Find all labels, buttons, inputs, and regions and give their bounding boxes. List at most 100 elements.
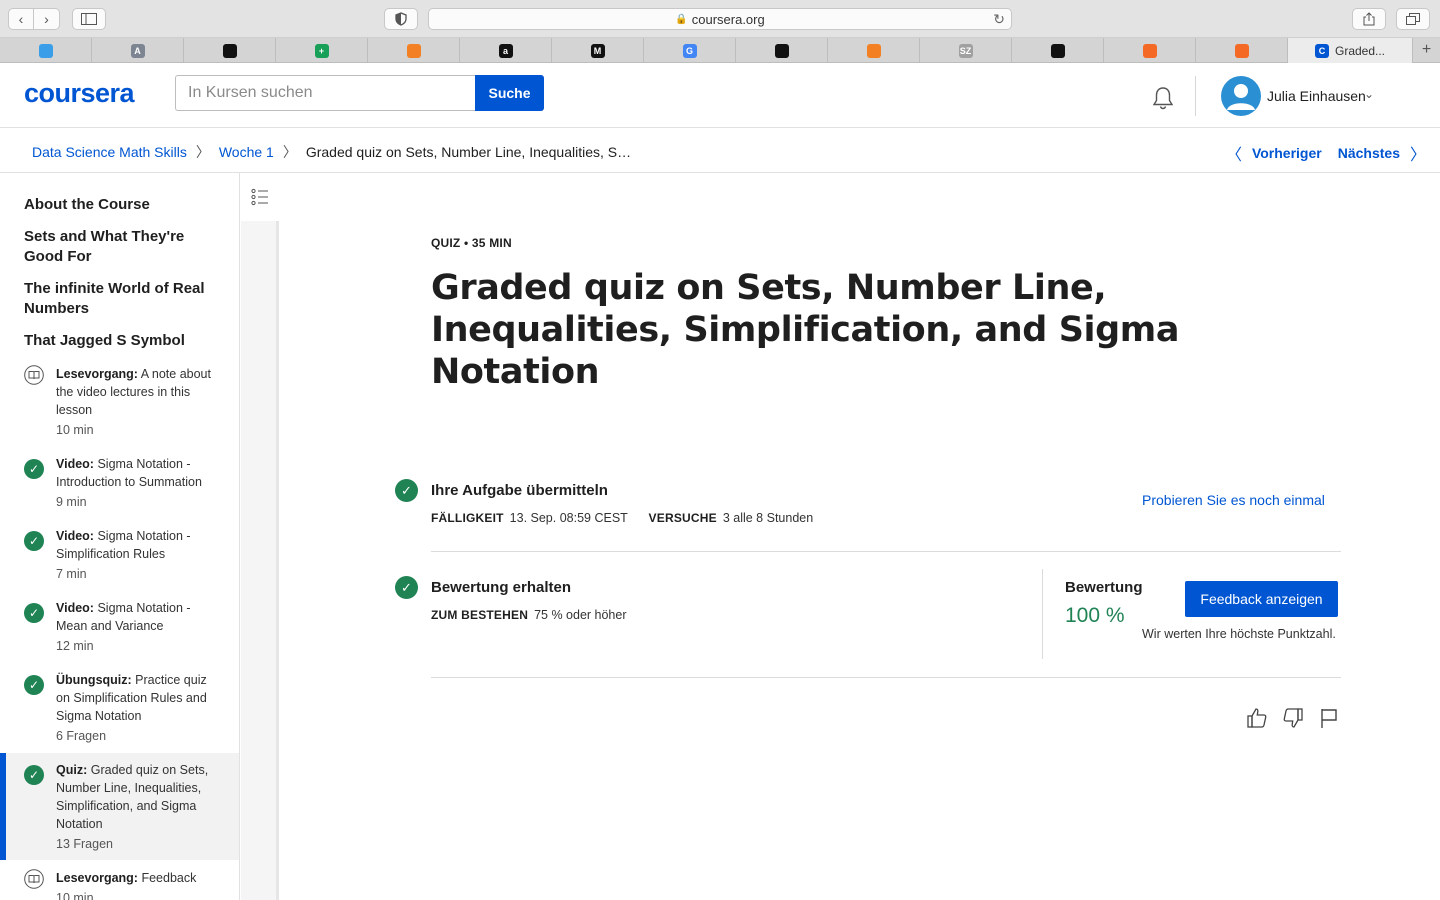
tab-overview-button[interactable]: [1396, 8, 1430, 30]
browser-tab[interactable]: M: [552, 38, 644, 63]
browser-tab[interactable]: a: [460, 38, 552, 63]
shield-icon: [395, 12, 407, 26]
stack-icon: [406, 43, 421, 58]
course-sidebar: About the Course Sets and What They're G…: [0, 173, 240, 900]
check-icon: ✓: [24, 675, 44, 695]
prev-next-nav: 〈 Vorheriger Nächstes 〉: [1226, 141, 1426, 165]
item-meta: 10 min: [56, 891, 94, 900]
main-content: QUIZ • 35 MIN Graded quiz on Sets, Numbe…: [282, 173, 1440, 900]
retry-link[interactable]: Probieren Sie es noch einmal: [1142, 492, 1325, 508]
item-title: Feedback: [141, 871, 197, 885]
chevron-right-icon: 〉: [195, 144, 210, 160]
item-kicker: QUIZ • 35 MIN: [431, 236, 512, 250]
check-icon: ✓: [24, 603, 44, 623]
item-type: Lesevorgang:: [56, 871, 138, 885]
sidebar-item-quiz-active[interactable]: ✓ Quiz: Graded quiz on Sets, Number Line…: [0, 753, 239, 860]
breadcrumb-week[interactable]: Woche 1: [219, 144, 274, 160]
submit-meta: FÄLLIGKEIT 13. Sep. 08:59 CEST VERSUCHE 3 …: [431, 511, 813, 525]
search-button[interactable]: Suche: [475, 75, 544, 111]
item-meta: 13 Fragen: [56, 837, 113, 851]
green-plus-icon: +: [314, 43, 329, 58]
divider: [431, 551, 1341, 552]
check-icon: ✓: [24, 459, 44, 479]
flag-icon[interactable]: [1317, 706, 1341, 730]
sidebar-item-reading[interactable]: Lesevorgang: A note about the video lect…: [0, 363, 239, 439]
chevron-down-icon[interactable]: ⌄: [1364, 87, 1374, 101]
back-button[interactable]: ‹: [8, 8, 34, 30]
amazon-icon: a: [498, 43, 513, 58]
new-tab-button[interactable]: +: [1413, 38, 1440, 62]
previous-link[interactable]: Vorheriger: [1252, 145, 1322, 161]
ring-icon: [1142, 43, 1157, 58]
check-icon: ✓: [24, 531, 44, 551]
reload-icon[interactable]: ↻: [993, 11, 1005, 28]
browser-tab[interactable]: G: [644, 38, 736, 63]
breadcrumb-course[interactable]: Data Science Math Skills: [32, 144, 187, 160]
grade-note: Wir werten Ihre höchste Punktzahl.: [1142, 627, 1336, 641]
book-icon: [24, 365, 44, 385]
sidebar-toggle-button[interactable]: [72, 8, 106, 30]
google-icon: G: [682, 43, 697, 58]
share-button[interactable]: [1352, 8, 1386, 30]
toc-toggle-button[interactable]: [241, 173, 279, 221]
search-input[interactable]: [175, 75, 475, 111]
browser-tab-label: Graded...: [1334, 43, 1386, 58]
due-label: FÄLLIGKEIT: [431, 511, 504, 525]
browser-tab[interactable]: [184, 38, 276, 63]
item-type: Übungsquiz:: [56, 673, 132, 687]
browser-tab[interactable]: +: [276, 38, 368, 63]
bell-icon[interactable]: [1150, 85, 1176, 111]
next-link[interactable]: Nächstes: [1338, 145, 1400, 161]
item-meta: 9 min: [56, 495, 87, 509]
address-bar[interactable]: 🔒 coursera.org ↻: [428, 8, 1012, 30]
browser-tab[interactable]: [368, 38, 460, 63]
chevron-right-icon[interactable]: 〉: [1410, 141, 1426, 165]
user-name[interactable]: Julia Einhausen: [1267, 88, 1366, 104]
browser-tab[interactable]: [1012, 38, 1104, 63]
avatar[interactable]: [1221, 76, 1261, 116]
tabs-icon: [1406, 13, 1420, 25]
sidebar-item-practice-quiz[interactable]: ✓ Übungsquiz: Practice quiz on Simplific…: [0, 669, 239, 747]
sidebar-section[interactable]: The infinite World of Real Numbers: [24, 279, 214, 319]
thumbs-up-icon[interactable]: [1245, 706, 1269, 730]
item-meta: 12 min: [56, 639, 94, 653]
sidebar-item-video[interactable]: ✓ Video: Sigma Notation - Simplification…: [0, 525, 239, 585]
forward-button[interactable]: ›: [34, 8, 60, 30]
sidebar-item-reading[interactable]: Lesevorgang: Feedback 10 min: [0, 869, 239, 900]
view-feedback-button[interactable]: Feedback anzeigen: [1185, 581, 1338, 617]
item-meta: 10 min: [56, 423, 94, 437]
item-meta: 7 min: [56, 567, 87, 581]
chevron-left-icon[interactable]: 〈: [1226, 141, 1242, 165]
browser-tab[interactable]: [1104, 38, 1196, 63]
feedback-icons: [1245, 706, 1353, 730]
browser-tab[interactable]: C Graded...: [1288, 38, 1413, 63]
sidebar-item-video[interactable]: ✓ Video: Sigma Notation - Mean and Varia…: [0, 597, 239, 657]
browser-tab[interactable]: [0, 38, 92, 63]
browser-tab[interactable]: A: [92, 38, 184, 63]
item-type: Video:: [56, 457, 94, 471]
item-type: Video:: [56, 601, 94, 615]
list-icon: [251, 188, 268, 206]
toc-column: [241, 173, 279, 900]
stack-icon: [866, 43, 881, 58]
share-icon: [1363, 12, 1375, 26]
coursera-logo[interactable]: coursera: [24, 78, 135, 109]
browser-tab[interactable]: [1196, 38, 1288, 63]
check-icon: ✓: [395, 479, 418, 502]
thumbs-down-icon[interactable]: [1281, 706, 1305, 730]
check-icon: ✓: [395, 576, 418, 599]
coursera-icon: C: [1314, 43, 1329, 58]
breadcrumb: Data Science Math Skills 〉 Woche 1 〉 Gra…: [32, 142, 631, 162]
privacy-button[interactable]: [384, 8, 418, 30]
github-icon: [1050, 43, 1065, 58]
grade-label: Bewertung: [1065, 579, 1143, 596]
sidebar-icon: [81, 13, 97, 25]
browser-tab[interactable]: [828, 38, 920, 63]
sidebar-section[interactable]: That Jagged S Symbol: [24, 331, 214, 351]
sidebar-item-video[interactable]: ✓ Video: Sigma Notation - Introduction t…: [0, 453, 239, 513]
browser-tab[interactable]: SZ: [920, 38, 1012, 63]
sidebar-section[interactable]: About the Course: [24, 195, 214, 215]
sidebar-section[interactable]: Sets and What They're Good For: [24, 227, 214, 267]
page-title: Graded quiz on Sets, Number Line, Inequa…: [431, 268, 1180, 392]
browser-tab[interactable]: [736, 38, 828, 63]
